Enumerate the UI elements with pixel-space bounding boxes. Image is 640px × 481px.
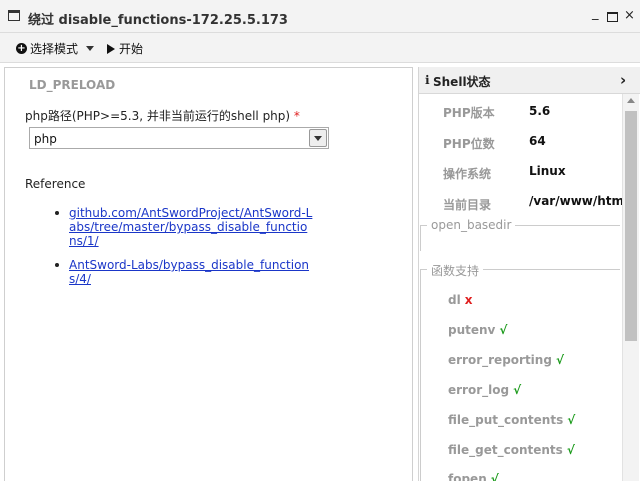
unsupported-mark: x (464, 293, 473, 307)
php-path-label: php路径(PHP>=5.3, 并非当前运行的shell php) * (25, 107, 300, 124)
info-value: 5.6 (529, 104, 551, 118)
close-button[interactable]: × (624, 8, 635, 24)
info-key: 当前目录 (443, 198, 492, 212)
start-button[interactable]: 开始 (107, 40, 143, 57)
select-mode-label: 选择模式 (30, 42, 79, 56)
reference-link-2[interactable]: AntSword-Labs/bypass_disable_functions/4… (69, 258, 309, 286)
info-row-cwd: 当前目录 /var/www/htm (419, 194, 624, 214)
chevron-down-icon (314, 136, 322, 141)
toolbar: + 选择模式 开始 (0, 33, 640, 63)
info-value: Linux (529, 164, 566, 178)
info-key: 操作系统 (443, 167, 492, 181)
scrollbar-thumb[interactable] (625, 111, 637, 341)
function-row-file-put-contents: file_put_contents √ (448, 413, 575, 427)
function-name: file_get_contents (448, 443, 563, 457)
function-name: fopen (448, 472, 487, 481)
window-icon (8, 10, 20, 21)
shell-status-title: Shell状态 (433, 75, 491, 89)
functions-legend: 函数支持 (427, 262, 484, 279)
supported-mark: √ (567, 413, 576, 427)
list-item: AntSword-Labs/bypass_disable_functions/4… (53, 258, 313, 286)
info-value: /var/www/htm (529, 194, 625, 208)
supported-mark: √ (490, 472, 499, 481)
function-row-fopen: fopen √ (448, 472, 499, 481)
required-mark: * (293, 109, 300, 123)
supported-mark: √ (555, 353, 564, 367)
open-basedir-legend: open_basedir (427, 218, 516, 232)
minimize-button[interactable]: _ (592, 6, 599, 22)
vertical-scrollbar[interactable] (622, 94, 639, 481)
info-row-php-version: PHP版本 5.6 (419, 104, 619, 124)
shell-status-panel: ℹ Shell状态 › PHP版本 5.6 PHP位数 64 操作系统 Linu… (418, 67, 640, 481)
info-row-php-bits: PHP位数 64 (419, 134, 619, 154)
supported-mark: √ (513, 383, 522, 397)
info-row-os: 操作系统 Linux (419, 164, 619, 184)
list-item: github.com/AntSwordProject/AntSword-Labs… (53, 206, 313, 248)
php-path-select-value: php (34, 132, 57, 146)
function-name: error_log (448, 383, 510, 397)
function-name: file_put_contents (448, 413, 564, 427)
supported-mark: √ (499, 323, 508, 337)
info-key: PHP版本 (443, 106, 495, 120)
scroll-up-arrow-icon[interactable] (627, 98, 635, 103)
function-name: putenv (448, 323, 496, 337)
function-row-dl: dl x (448, 293, 472, 307)
select-mode-dropdown[interactable]: + 选择模式 (16, 40, 95, 57)
play-icon (107, 43, 115, 54)
function-row-error-reporting: error_reporting √ (448, 353, 564, 367)
php-path-select[interactable]: php (29, 127, 329, 149)
maximize-button[interactable] (607, 12, 618, 22)
ld-preload-panel: LD_PRELOAD php路径(PHP>=5.3, 并非当前运行的shell … (4, 67, 413, 481)
supported-mark: √ (566, 443, 575, 457)
function-row-file-get-contents: file_get_contents √ (448, 443, 575, 457)
php-path-label-text: php路径(PHP>=5.3, 并非当前运行的shell php) (25, 109, 291, 123)
start-label: 开始 (119, 42, 144, 56)
info-key: PHP位数 (443, 137, 495, 151)
title-bar: 绕过 disable_functions-172.25.5.173 _ × (0, 0, 640, 33)
function-name: error_reporting (448, 353, 552, 367)
chevron-right-icon[interactable]: › (620, 71, 626, 89)
function-name: dl (448, 293, 461, 307)
open-basedir-fieldset: open_basedir (420, 218, 620, 251)
section-title: LD_PRELOAD (29, 78, 116, 92)
plus-circle-icon: + (16, 43, 27, 54)
info-icon: ℹ (425, 73, 430, 87)
info-value: 64 (529, 134, 546, 148)
caret-down-icon (86, 46, 95, 51)
reference-list: github.com/AntSwordProject/AntSword-Labs… (53, 206, 313, 296)
select-arrow-button[interactable] (309, 129, 327, 147)
function-row-error-log: error_log √ (448, 383, 521, 397)
reference-title: Reference (25, 177, 86, 191)
reference-link-1[interactable]: github.com/AntSwordProject/AntSword-Labs… (69, 206, 312, 248)
function-row-putenv: putenv √ (448, 323, 507, 337)
shell-status-header[interactable]: ℹ Shell状态 › (419, 67, 640, 94)
window-title: 绕过 disable_functions-172.25.5.173 (28, 13, 288, 28)
